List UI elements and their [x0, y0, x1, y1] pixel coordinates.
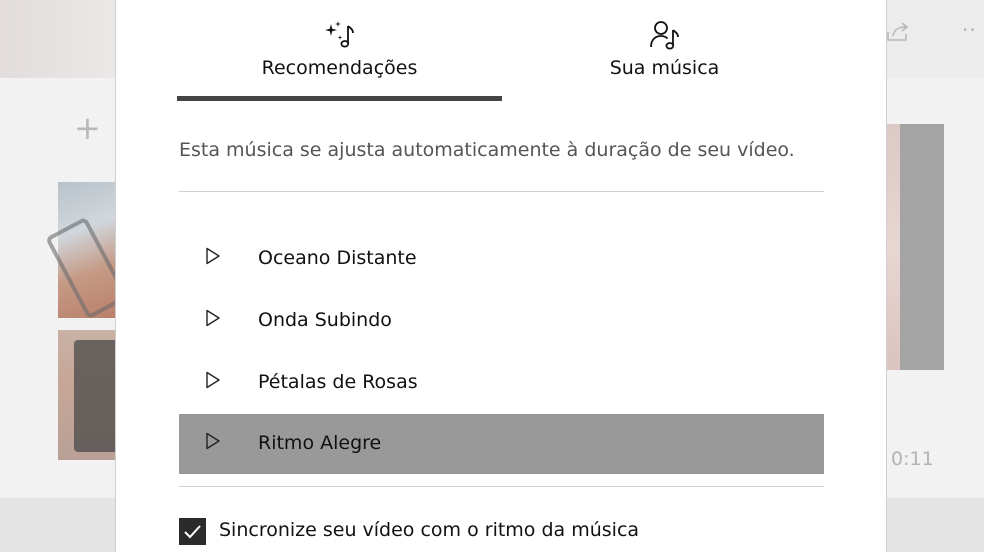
more-options-icon: ··: [962, 18, 977, 42]
play-icon[interactable]: [205, 432, 221, 450]
play-icon[interactable]: [205, 247, 221, 265]
active-tab-indicator: [177, 96, 502, 101]
sync-option: Sincronize seu vídeo com o ritmo da músi…: [179, 516, 839, 546]
share-icon: [887, 22, 909, 41]
divider: [179, 191, 824, 192]
timeline-timestamp: 0:11: [891, 448, 934, 470]
tab-label: Sua música: [609, 57, 720, 79]
track-title: Ritmo Alegre: [258, 432, 382, 454]
track-row[interactable]: Pétalas de Rosas: [179, 353, 824, 413]
sync-label: Sincronize seu vídeo com o ritmo da músi…: [219, 519, 640, 541]
description-text: Esta música se ajusta automaticamente à …: [179, 139, 795, 161]
track-title: Oceano Distante: [258, 247, 417, 269]
divider: [179, 486, 824, 487]
sync-checkbox[interactable]: [179, 518, 206, 545]
tab-recomendacoes[interactable]: Recomendações: [177, 0, 502, 100]
background-preview-image: [884, 124, 944, 370]
music-dialog: Recomendações Sua música Esta música se …: [115, 0, 887, 552]
checkmark-icon: [184, 525, 201, 539]
person-music-note-icon: [649, 21, 679, 50]
track-row-selected[interactable]: Ritmo Alegre: [179, 414, 824, 474]
sparkle-music-note-icon: [324, 21, 354, 48]
add-icon: +: [74, 109, 101, 147]
track-title: Onda Subindo: [258, 309, 392, 331]
play-icon[interactable]: [205, 309, 221, 327]
track-title: Pétalas de Rosas: [258, 371, 418, 393]
background-thumbnail: [58, 330, 118, 460]
background-thumbnail: [58, 182, 118, 318]
track-row[interactable]: Onda Subindo: [179, 291, 824, 351]
tab-sua-musica[interactable]: Sua música: [502, 0, 827, 100]
play-icon[interactable]: [205, 371, 221, 389]
track-row[interactable]: Oceano Distante: [179, 229, 824, 289]
tab-label: Recomendações: [261, 57, 418, 79]
